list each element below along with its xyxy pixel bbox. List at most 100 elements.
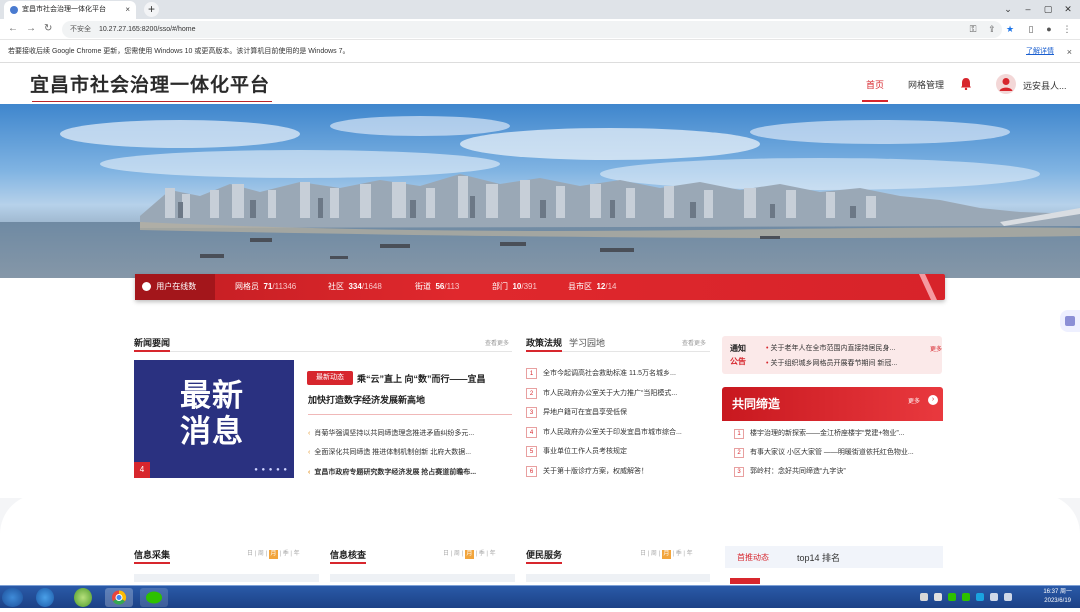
menu-icon[interactable]: ⋮ xyxy=(1062,24,1072,34)
maximize-icon[interactable]: ▢ xyxy=(1038,0,1058,19)
windows-taskbar: 16:37 周一 2023/6/19 xyxy=(0,585,1080,608)
tab-policy-laws[interactable]: 政策法规 xyxy=(526,336,562,349)
nav-home[interactable]: 首页 xyxy=(866,78,884,91)
co-creation-item[interactable]: 2 有事大家议 小区大家管 ——明暖街道依托红色物业... xyxy=(734,447,914,458)
info-verification-underline xyxy=(330,562,366,564)
notice-item[interactable]: • 关于老年人在全市范围内直接持居民身... xyxy=(766,343,895,353)
latest-news-badge: 最新动态 xyxy=(307,371,353,385)
period-tabs[interactable]: 日 | 周 | 月 | 季 | 年 xyxy=(640,548,693,559)
law-list-item[interactable]: 1 全市今起调高社会救助标准 11.5万名城乡... xyxy=(526,368,676,379)
online-users-label: 用户在线数 xyxy=(135,274,215,300)
online-stats-bar: 用户在线数 网格员 71/11346 社区 334/1648 街道 56/113… xyxy=(135,274,945,300)
new-tab-button[interactable]: + xyxy=(144,2,159,17)
tray-volume-icon[interactable] xyxy=(990,593,998,601)
co-creation-header: 共同缔造 更多 › xyxy=(722,387,943,421)
law-list-item[interactable]: 4 市人民政府办公室关于印发宜昌市城市综合... xyxy=(526,427,682,438)
rank-number: 4 xyxy=(526,427,537,438)
news-headline-line2[interactable]: 加快打造数字经济发展新高地 xyxy=(308,393,425,406)
stat-grid-members: 网格员 71/11346 xyxy=(235,274,296,300)
period-tabs[interactable]: 日 | 周 | 月 | 季 | 年 xyxy=(443,548,496,559)
laws-more-link[interactable]: 查看更多 xyxy=(682,338,706,347)
rank-number: 3 xyxy=(734,467,744,477)
law-list-item[interactable]: 3 异地户籍可在宜昌享受低保 xyxy=(526,407,627,418)
co-creation-more-link[interactable]: 更多 xyxy=(908,396,920,405)
law-list-item[interactable]: 2 市人民政府办公室关于大力推广“当阳模式... xyxy=(526,388,677,399)
avatar[interactable] xyxy=(996,74,1016,94)
stat-total: /1648 xyxy=(361,282,382,291)
tray-flag-icon[interactable] xyxy=(1004,593,1012,601)
info-close-icon[interactable]: × xyxy=(1067,41,1072,63)
back-icon[interactable]: ← xyxy=(8,23,18,34)
browser-tab[interactable]: 宜昌市社会治理一体化平台 × xyxy=(4,1,136,19)
url-text: 10.27.27.165:8200/sso/#/home xyxy=(98,26,196,33)
news-headline-line1[interactable]: 乘“云”直上 向“数”而行——宜昌 xyxy=(357,372,486,385)
stat-total: /391 xyxy=(521,282,537,291)
co-creation-item[interactable]: 3 郭岭村：念好共同缔造“九字诀” xyxy=(734,466,846,477)
tray-wechat-icon[interactable] xyxy=(962,593,970,601)
not-secure-label[interactable]: 不安全 xyxy=(70,26,91,33)
side-float-button[interactable] xyxy=(1060,310,1080,332)
law-list-item[interactable]: 6 关于第十版诊疗方案，权威解答！ xyxy=(526,466,648,477)
online-users-text: 用户在线数 xyxy=(156,282,197,291)
minimize-icon[interactable]: – xyxy=(1018,0,1038,19)
ranking-label[interactable]: 首推动态 xyxy=(737,552,769,563)
share-icon[interactable]: ⇪ xyxy=(987,24,997,34)
tray-wechat-icon[interactable] xyxy=(948,593,956,601)
stat-total: /14 xyxy=(605,282,617,291)
co-creation-item[interactable]: 1 楼宇治理的新探索——金江桥座楼宇“党建+物业”... xyxy=(734,428,905,439)
stat-communities: 社区 334/1648 xyxy=(328,274,382,300)
key-icon[interactable]: ⚿ xyxy=(968,24,978,34)
news-title-underline xyxy=(134,350,170,352)
news-list-item[interactable]: ‹ 肖菊华强调坚持以共同缔造理念推进矛盾纠纷多元... xyxy=(308,428,508,438)
windows-start-icon[interactable] xyxy=(2,588,23,607)
forward-icon[interactable]: → xyxy=(26,23,36,34)
news-more-link[interactable]: 查看更多 xyxy=(485,338,509,347)
news-image-text: 最新 消息 xyxy=(180,378,244,450)
stat-streets: 街道 56/113 xyxy=(415,274,459,300)
city-skyline-image xyxy=(0,116,1080,278)
news-carousel-image[interactable]: 最新 消息 4 ● ● ● ● ● xyxy=(134,360,294,478)
rank-number: 1 xyxy=(734,429,744,439)
stat-total: /11346 xyxy=(272,282,297,291)
news-section-title: 新闻要闻 xyxy=(134,338,171,348)
law-list-item[interactable]: 5 事业单位工作人员考核规定 xyxy=(526,446,627,457)
bell-icon[interactable] xyxy=(960,77,972,90)
info-collection-title: 信息采集 xyxy=(134,550,171,560)
wechat-taskbar-button[interactable] xyxy=(140,588,168,607)
rank-number: 2 xyxy=(526,388,537,399)
taskbar-clock[interactable]: 16:37 周一 2023/6/19 xyxy=(1043,588,1072,606)
chevron-right-icon[interactable]: › xyxy=(928,395,938,405)
username[interactable]: 远安县人... xyxy=(1023,79,1067,92)
stats-stripe-decoration xyxy=(919,274,937,300)
media-player-icon[interactable] xyxy=(74,588,92,607)
window-close-icon[interactable]: ✕ xyxy=(1058,0,1078,19)
chrome-taskbar-button[interactable] xyxy=(105,588,133,607)
notice-item[interactable]: • 关于组织城乡网格员开展春节期间 新冠... xyxy=(766,358,897,368)
notice-more-link[interactable]: 更多 xyxy=(929,336,943,374)
tray-icon[interactable] xyxy=(920,593,928,601)
service-card xyxy=(526,574,710,582)
laws-title-underline xyxy=(526,350,562,352)
tab-search-icon[interactable]: ⌄ xyxy=(998,0,1018,19)
tab-close-icon[interactable]: × xyxy=(125,1,130,19)
profile-icon[interactable]: ● xyxy=(1044,24,1054,34)
bookmark-star-icon[interactable]: ★ xyxy=(1005,24,1015,34)
reload-icon[interactable]: ↻ xyxy=(44,23,52,34)
sidepanel-icon[interactable]: ▯ xyxy=(1026,24,1036,34)
learn-more-link[interactable]: 了解详情 xyxy=(1026,41,1054,63)
carousel-dots[interactable]: ● ● ● ● ● xyxy=(254,467,288,473)
news-list-item[interactable]: ‹ 宜昌市政府专题研究数字经济发展 抢占赛道前瞻布... xyxy=(308,467,508,477)
period-tabs[interactable]: 日 | 周 | 月 | 季 | 年 xyxy=(247,548,300,559)
ie-browser-icon[interactable] xyxy=(36,588,54,607)
stat-label: 网格员 xyxy=(235,282,259,291)
tab-study-garden[interactable]: 学习园地 xyxy=(569,336,605,349)
url-field[interactable]: 不安全 10.27.27.165:8200/sso/#/home xyxy=(62,21,1002,38)
address-toolbar: ← → ↻ 不安全 10.27.27.165:8200/sso/#/home ⚿… xyxy=(0,19,1080,40)
arrow-circle-icon xyxy=(142,282,151,292)
tray-network-icon[interactable] xyxy=(976,593,984,601)
user-icon xyxy=(999,78,1013,91)
nav-grid-management[interactable]: 网格管理 xyxy=(908,78,944,91)
news-list-item[interactable]: ‹ 全面深化共同缔造 推进体制机制创新 北府大数据... xyxy=(308,447,508,457)
stat-label: 街道 xyxy=(415,282,431,291)
tray-icon[interactable] xyxy=(934,593,942,601)
